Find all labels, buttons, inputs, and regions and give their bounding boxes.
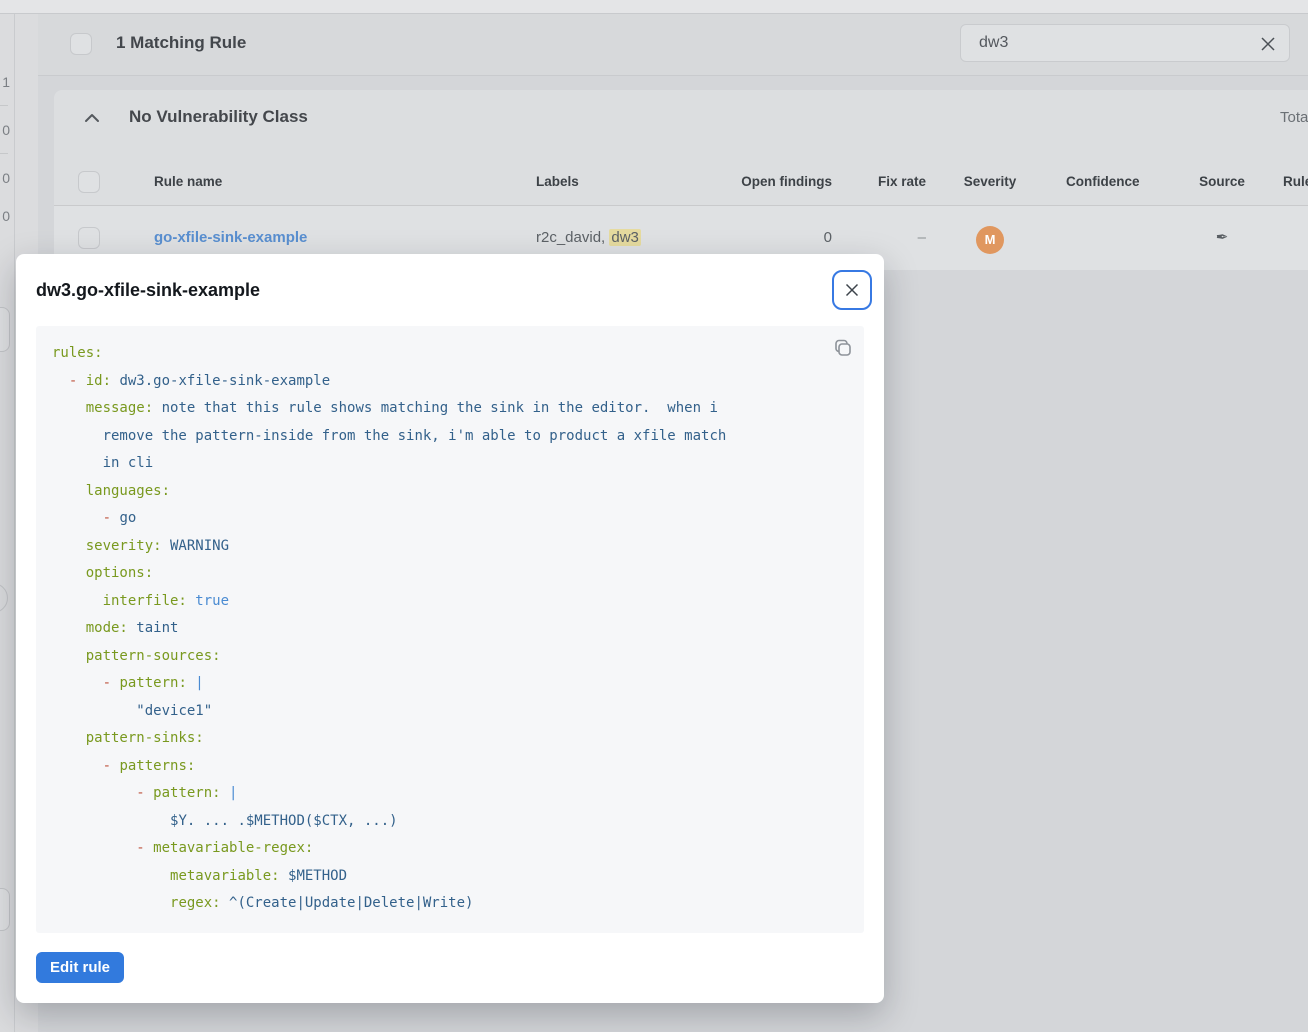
row-checkbox[interactable] [78, 227, 100, 249]
rule-search-box [960, 24, 1290, 62]
col-source: Source [1196, 172, 1248, 192]
code-line: metavariable: $METHOD [52, 863, 848, 891]
code-line: remove the pattern-inside from the sink,… [52, 423, 848, 451]
close-button[interactable] [832, 270, 872, 310]
row-fix-rate: – [850, 226, 926, 250]
code-line: pattern-sources: [52, 643, 848, 671]
code-line: rules: [52, 340, 848, 368]
vulnerability-class-group: No Vulnerability Class Total Rule name L… [54, 90, 1308, 270]
code-line: options: [52, 560, 848, 588]
matching-rules-title: 1 Matching Rule [116, 33, 246, 53]
col-rule: Rule [1283, 172, 1308, 192]
close-icon [844, 282, 860, 298]
screen: 1 0 0 0 1 Matching Rule No Vulnerability… [0, 0, 1308, 1032]
code-line: in cli [52, 450, 848, 478]
code-line: "device1" [52, 698, 848, 726]
search-clear-icon[interactable] [1259, 35, 1277, 53]
row-open-findings: 0 [700, 226, 832, 250]
code-line: - id: dw3.go-xfile-sink-example [52, 368, 848, 396]
collapse-chevron-icon[interactable] [84, 111, 100, 123]
code-line: - metavariable-regex: [52, 835, 848, 863]
col-severity: Severity [958, 172, 1022, 192]
rule-detail-modal: dw3.go-xfile-sink-example rules: - id: d… [16, 254, 884, 1003]
code-line: pattern-sinks: [52, 725, 848, 753]
rail-divider [0, 153, 8, 154]
select-all-checkbox[interactable] [70, 33, 92, 55]
code-line: interfile: true [52, 588, 848, 616]
labels-text: r2c_david, [536, 229, 609, 246]
rail-divider-line [14, 14, 15, 1032]
total-label: Total [1280, 109, 1308, 126]
modal-title: dw3.go-xfile-sink-example [36, 280, 260, 301]
clipped-sidebar-button [0, 307, 10, 352]
rail-count: 1 [0, 73, 10, 91]
label-highlight: dw3 [609, 229, 641, 246]
copy-icon[interactable] [832, 338, 852, 358]
col-rule-name: Rule name [154, 172, 222, 192]
col-fix-rate: Fix rate [850, 172, 926, 192]
pen-source-icon: ✒ [1196, 226, 1248, 250]
rail-count: 0 [0, 169, 10, 187]
rule-name-link[interactable]: go-xfile-sink-example [154, 229, 307, 246]
col-labels: Labels [536, 172, 579, 192]
code-line: $Y. ... .$METHOD($CTX, ...) [52, 808, 848, 836]
col-confidence: Confidence [1066, 172, 1140, 192]
top-strip [0, 0, 1308, 14]
rail-count: 0 [0, 207, 10, 225]
code-line: - pattern: | [52, 780, 848, 808]
clipped-sidebar-circle [0, 583, 8, 613]
rail-count: 0 [0, 121, 10, 139]
code-line: regex: ^(Create|Update|Delete|Write) [52, 890, 848, 918]
rail-divider [0, 105, 8, 106]
matching-rules-header: 1 Matching Rule [38, 14, 1308, 76]
code-line: languages: [52, 478, 848, 506]
code-line: - go [52, 505, 848, 533]
col-open-findings: Open findings [700, 172, 832, 192]
clipped-sidebar-button [0, 888, 10, 931]
rule-yaml-code-block: rules: - id: dw3.go-xfile-sink-example m… [36, 326, 864, 933]
code-block-lines: rules: - id: dw3.go-xfile-sink-example m… [52, 340, 848, 918]
severity-medium-badge: M [976, 226, 1004, 254]
rule-search-input[interactable] [961, 25, 1289, 61]
code-line: - pattern: | [52, 670, 848, 698]
edit-rule-button[interactable]: Edit rule [36, 952, 124, 983]
code-line: - patterns: [52, 753, 848, 781]
group-select-checkbox[interactable] [78, 171, 100, 193]
code-line: message: note that this rule shows match… [52, 395, 848, 423]
code-line: severity: WARNING [52, 533, 848, 561]
group-title: No Vulnerability Class [129, 107, 308, 127]
code-line: mode: taint [52, 615, 848, 643]
row-labels: r2c_david, dw3 [536, 226, 641, 250]
